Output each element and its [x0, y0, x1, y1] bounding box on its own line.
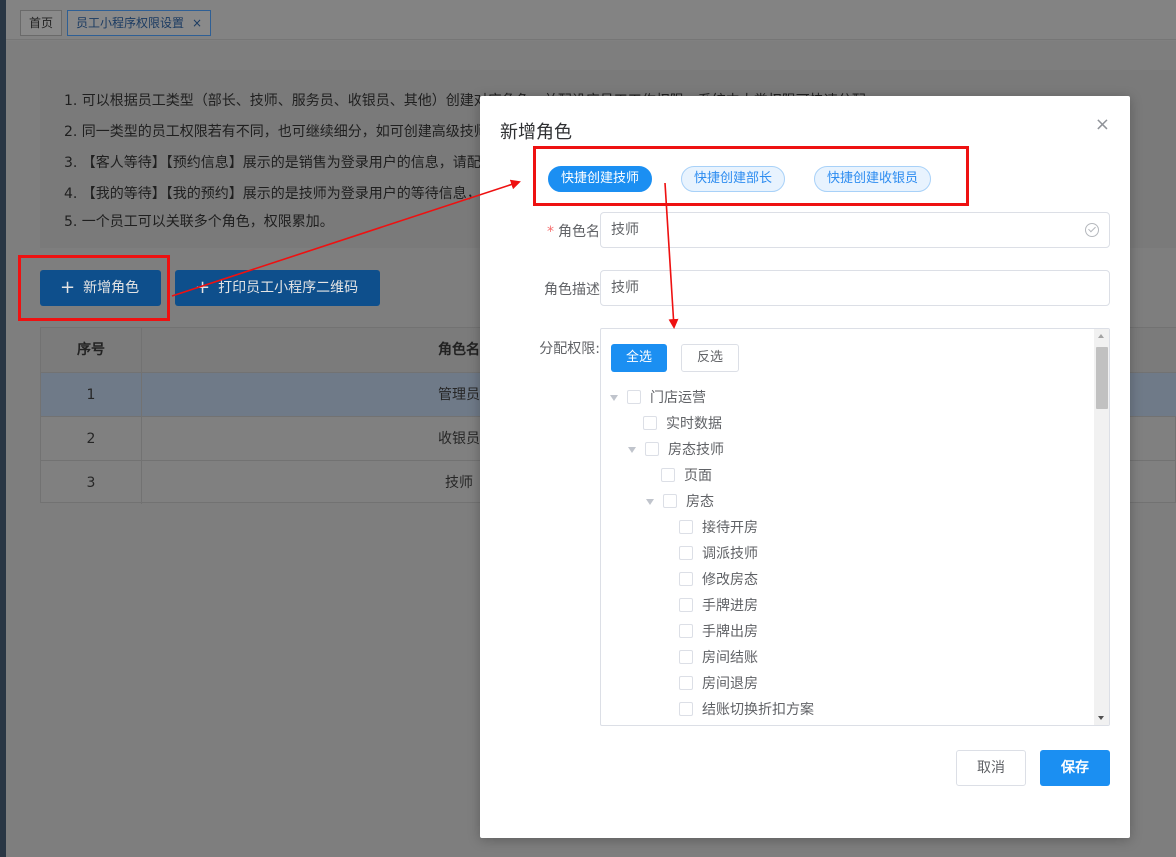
arrow-to-permission-tree: [664, 182, 679, 329]
arrow-to-quick-create: [171, 179, 521, 297]
annotation-arrows: [171, 179, 679, 329]
